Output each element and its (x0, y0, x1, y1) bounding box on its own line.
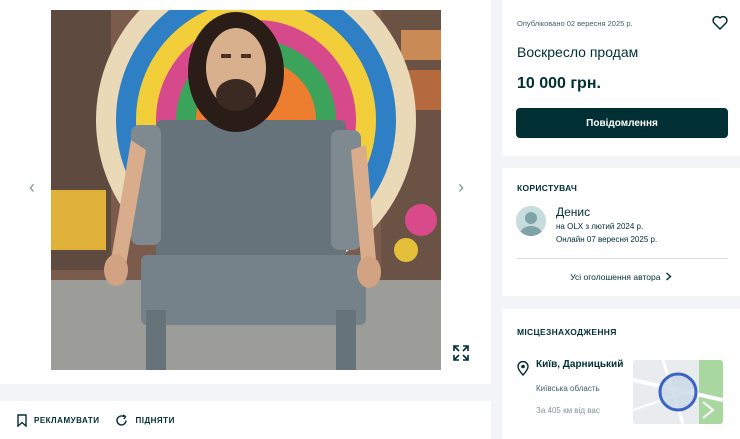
map-thumbnail (633, 360, 723, 424)
promote-label: РЕКЛАМУВАТИ (34, 415, 100, 425)
promote-button[interactable]: РЕКЛАМУВАТИ (17, 413, 100, 427)
location-heading: МІСЦЕЗНАХОДЖЕННЯ (517, 327, 617, 337)
chevron-left-icon[interactable]: ‹ (21, 176, 43, 198)
user-last-online: Онлайн 07 вересня 2025 р. (556, 235, 658, 244)
offer-price: 10 000 грн. (517, 75, 601, 92)
offer-title: Воскресло продам (517, 44, 639, 60)
refresh-icon (116, 413, 128, 426)
user-card: КОРИСТУВАЧ Денис на OLX з лютий 2024 р. … (502, 168, 740, 296)
listing-photo[interactable] (51, 10, 441, 370)
user-heading: КОРИСТУВАЧ (517, 183, 578, 193)
all-ads-label: Усі оголошення автора (570, 272, 661, 282)
avatar-icon (516, 206, 546, 236)
location-card: МІСЦЕЗНАХОДЖЕННЯ Київ, Дарницький Київсь… (502, 309, 740, 439)
divider (516, 258, 728, 259)
heart-icon[interactable] (712, 15, 728, 30)
listing-actions: РЕКЛАМУВАТИ ПІДНЯТИ (0, 401, 491, 439)
message-button[interactable]: Повідомлення (516, 108, 728, 138)
photo-illustration (51, 10, 441, 370)
chevron-right-icon[interactable]: › (450, 176, 472, 198)
all-ads-link[interactable]: Усі оголошення автора (502, 272, 740, 282)
user-member-since: на OLX з лютий 2024 р. (556, 222, 644, 231)
location-city: Київ, Дарницький (536, 359, 624, 370)
raise-label: ПІДНЯТИ (135, 415, 175, 425)
user-name[interactable]: Денис (556, 205, 590, 219)
location-region: Київська область (536, 384, 600, 393)
avatar[interactable] (516, 206, 546, 236)
chevron-right-small-icon (665, 272, 672, 281)
raise-button[interactable]: ПІДНЯТИ (115, 413, 175, 427)
gallery: ‹ › (0, 0, 491, 384)
published-date: Опубліковано 02 вересня 2025 р. (517, 19, 633, 28)
offer-card: Опубліковано 02 вересня 2025 р. Воскресл… (502, 0, 740, 156)
expand-icon[interactable] (453, 345, 469, 361)
location-map[interactable] (633, 360, 723, 424)
pin-icon (517, 361, 529, 376)
location-distance: За 405 км від вас (536, 406, 600, 415)
bookmark-icon (17, 413, 27, 427)
